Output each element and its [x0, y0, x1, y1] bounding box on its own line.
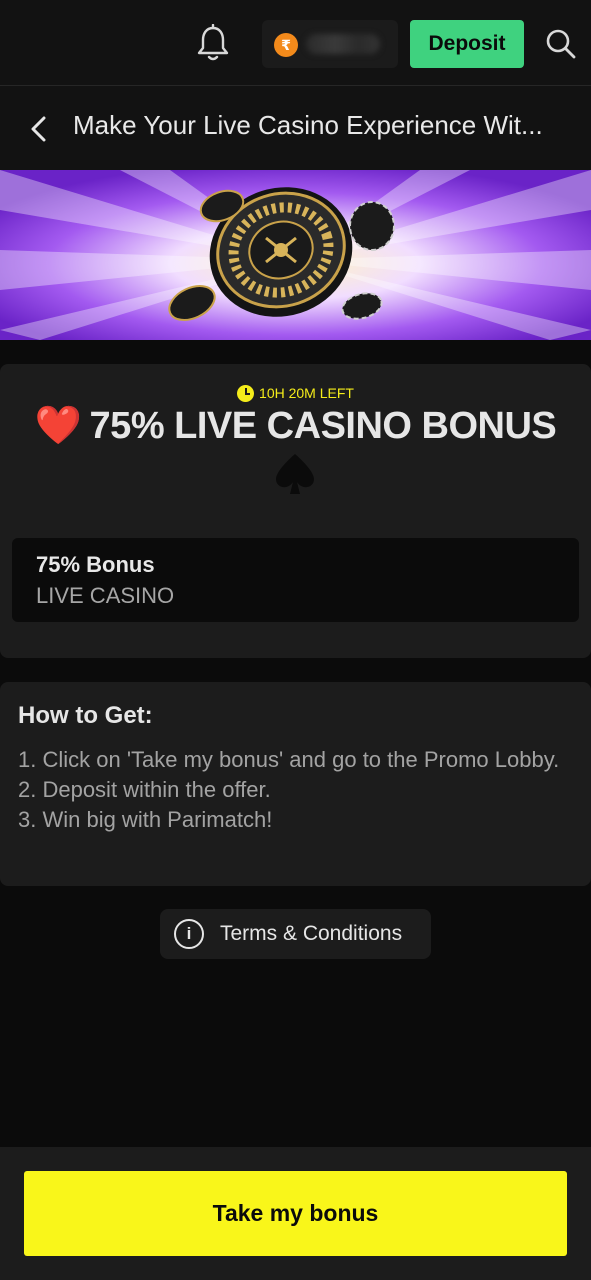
timer-text: 10H 20M LEFT	[259, 385, 354, 401]
list-item: 1. Click on 'Take my bonus' and go to th…	[18, 747, 560, 772]
clock-icon	[237, 384, 255, 402]
offer-card: 10H 20M LEFT ❤️ 75% LIVE CASINO BONUS 75%…	[0, 364, 591, 658]
search-icon[interactable]	[545, 28, 577, 60]
deposit-button[interactable]: Deposit	[410, 20, 524, 68]
top-bar: ₹ Deposit	[0, 0, 591, 86]
spade-icon	[276, 454, 314, 494]
rupee-coin-icon: ₹	[274, 33, 298, 57]
roulette-banner-image	[0, 170, 591, 340]
terms-label: Terms & Conditions	[220, 922, 403, 945]
list-item: 2. Deposit within the offer.	[18, 777, 271, 802]
chevron-left-icon[interactable]	[26, 114, 52, 144]
how-to-get-card: How to Get: 1. Click on 'Take my bonus' …	[0, 682, 591, 886]
offer-title: ❤️ 75% LIVE CASINO BONUS	[0, 404, 591, 448]
balance-amount-hidden	[306, 34, 380, 54]
take-my-bonus-button[interactable]: Take my bonus	[24, 1171, 567, 1256]
terms-conditions-button[interactable]: i Terms & Conditions	[160, 909, 431, 959]
countdown-timer: 10H 20M LEFT	[0, 384, 591, 402]
balance-widget[interactable]: ₹	[262, 20, 398, 68]
bell-icon[interactable]	[196, 24, 230, 62]
title-bar: Make Your Live Casino Experience Wit...	[0, 86, 591, 170]
bonus-category: LIVE CASINO	[36, 583, 175, 608]
offer-title-text: 75% LIVE CASINO BONUS	[89, 405, 557, 447]
currency-symbol: ₹	[281, 36, 291, 53]
bonus-amount: 75% Bonus	[36, 552, 155, 577]
bonus-summary: 75% Bonus LIVE CASINO	[12, 538, 579, 622]
heart-emoji: ❤️	[34, 405, 82, 447]
page-title: Make Your Live Casino Experience Wit...	[73, 110, 543, 140]
info-icon: i	[174, 919, 204, 949]
promo-page: ₹ Deposit Make Your Live Casino Experien…	[0, 0, 591, 1280]
steps-list: 1. Click on 'Take my bonus' and go to th…	[18, 745, 573, 835]
promo-banner	[0, 170, 591, 340]
list-item: 3. Win big with Parimatch!	[18, 807, 273, 832]
bottom-action-bar: Take my bonus	[0, 1147, 591, 1280]
how-to-get-title: How to Get:	[18, 702, 153, 729]
